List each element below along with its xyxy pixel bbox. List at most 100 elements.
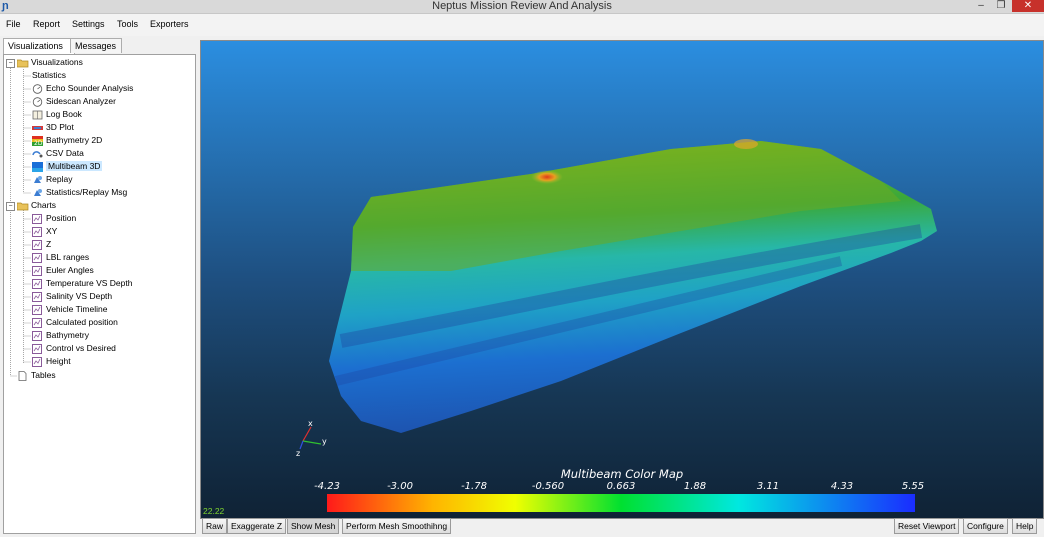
mesh-smoothing-button[interactable]: Perform Mesh Smoothihng — [342, 518, 452, 534]
tree-label: CSV Data — [46, 148, 84, 158]
chart-icon — [32, 317, 43, 328]
tree-item-chart[interactable]: Calculated position — [32, 316, 118, 329]
tree-item-replay[interactable]: Replay — [32, 173, 72, 186]
tree-label: Charts — [31, 200, 57, 210]
tree-item-chart[interactable]: Height — [32, 355, 71, 368]
close-button[interactable]: ✕ — [1012, 0, 1044, 12]
tree-item-log-book[interactable]: Log Book — [32, 108, 82, 121]
collapse-charts-toggle[interactable]: − — [6, 202, 15, 211]
tab-messages[interactable]: Messages — [70, 38, 122, 53]
chart-icon — [32, 265, 43, 276]
tree-item-sidescan-analyzer[interactable]: Sidescan Analyzer — [32, 95, 116, 108]
tree-label: Height — [46, 356, 71, 366]
tree-item-chart[interactable]: Euler Angles — [32, 264, 94, 277]
replay-icon — [32, 188, 43, 198]
tree-node-visualizations[interactable]: Visualizations — [16, 56, 83, 69]
folder-open-icon — [16, 58, 29, 68]
tree-label: Sidescan Analyzer — [46, 96, 116, 106]
maximize-button[interactable]: ❐ — [992, 0, 1010, 12]
axis-y-label: y — [322, 437, 327, 446]
tree-item-chart[interactable]: LBL ranges — [32, 251, 89, 264]
document-icon — [17, 370, 28, 381]
tab-visualizations[interactable]: Visualizations — [3, 38, 75, 54]
tree-label: Echo Sounder Analysis — [46, 83, 134, 93]
tree-label: Temperature VS Depth — [46, 278, 133, 288]
csv-icon — [32, 149, 43, 159]
tree-item-chart[interactable]: Temperature VS Depth — [32, 277, 132, 290]
colormap-tick: 4.33 — [830, 481, 854, 492]
axis-z-label: z — [296, 449, 300, 458]
plot3d-icon — [32, 123, 43, 133]
configure-button[interactable]: Configure — [963, 518, 1008, 534]
colormap-tick: -4.23 — [314, 481, 340, 492]
tree-label: LBL ranges — [46, 252, 90, 262]
tree-label: Multibeam 3D — [46, 161, 103, 171]
colormap-tick: 5.55 — [901, 481, 925, 492]
tree-label: Tables — [31, 370, 56, 380]
chart-icon — [32, 239, 43, 250]
tree-item-chart[interactable]: Z — [32, 238, 51, 251]
replay-icon — [32, 175, 43, 185]
colormap-tick: -3.00 — [387, 481, 413, 492]
tree-item-bathymetry-2d[interactable]: 2D Bathymetry 2D — [32, 134, 102, 147]
tree-label: Position — [46, 213, 77, 223]
svg-text:2D: 2D — [34, 140, 43, 146]
viewport-toolbar: Raw Exaggerate Z Show Mesh Perform Mesh … — [200, 517, 1044, 535]
menu-file[interactable]: File — [6, 18, 21, 30]
tree-label: Z — [46, 239, 52, 249]
bathymetry-2d-icon: 2D — [32, 135, 43, 147]
menu-report[interactable]: Report — [33, 18, 60, 30]
tree-item-chart[interactable]: Bathymetry — [32, 329, 89, 342]
tree-node-charts[interactable]: Charts — [16, 199, 57, 212]
colormap-bar — [327, 494, 915, 512]
raw-button[interactable]: Raw — [202, 518, 228, 534]
chart-icon — [32, 304, 43, 315]
show-mesh-button[interactable]: Show Mesh — [287, 518, 340, 534]
tree-label: Statistics — [32, 70, 67, 80]
tree-label: XY — [46, 226, 58, 236]
book-icon — [32, 110, 43, 120]
menu-settings[interactable]: Settings — [72, 18, 105, 30]
chart-icon — [32, 278, 43, 289]
tree-item-multibeam-3d[interactable]: Multibeam 3D — [32, 160, 103, 173]
tree-label: Log Book — [46, 109, 82, 119]
menu-exporters[interactable]: Exporters — [150, 18, 189, 30]
colormap-tick: 0.663 — [606, 481, 636, 492]
fps-counter: 22.22 — [203, 506, 225, 516]
folder-open-icon — [16, 201, 29, 211]
help-button[interactable]: Help — [1012, 518, 1038, 534]
tree-label: Salinity VS Depth — [46, 291, 113, 301]
tree-label: Euler Angles — [46, 265, 94, 275]
tree-item-chart[interactable]: Control vs Desired — [32, 342, 116, 355]
gauge-icon — [32, 84, 43, 94]
tree-item-chart[interactable]: XY — [32, 225, 57, 238]
tree-label: Bathymetry 2D — [46, 135, 103, 145]
menu-tools[interactable]: Tools — [117, 18, 138, 30]
tree-item-echo-sounder-analysis[interactable]: Echo Sounder Analysis — [32, 82, 133, 95]
tree-label: 3D Plot — [46, 122, 74, 132]
colormap-tick: -1.78 — [461, 481, 487, 492]
tree-item-statistics-replay-msg[interactable]: Statistics/Replay Msg — [32, 186, 127, 199]
multibeam-icon — [32, 161, 43, 172]
minimize-button[interactable]: – — [972, 0, 990, 12]
chart-icon — [32, 213, 43, 224]
tree-item-chart[interactable]: Position — [32, 212, 76, 225]
tree-item-chart[interactable]: Vehicle Timeline — [32, 303, 107, 316]
tree-item-3d-plot[interactable]: 3D Plot — [32, 121, 74, 134]
chart-icon — [32, 356, 43, 367]
chart-icon — [32, 291, 43, 302]
chart-icon — [32, 252, 43, 263]
gauge-icon — [32, 97, 43, 107]
collapse-visualizations-toggle[interactable]: − — [6, 59, 15, 68]
tree-item-chart[interactable]: Salinity VS Depth — [32, 290, 112, 303]
multibeam-3d-viewport[interactable]: x y z Multibeam Color Map -4.23 -3.00 -1… — [200, 40, 1044, 519]
exaggerate-z-button[interactable]: Exaggerate Z — [227, 518, 287, 534]
colormap-tick: 1.88 — [683, 481, 707, 492]
reset-viewport-button[interactable]: Reset Viewport — [894, 518, 960, 534]
tree-label: Bathymetry — [46, 330, 89, 340]
tree-node-tables[interactable]: Tables — [17, 369, 56, 382]
tree-item-csv-data[interactable]: CSV Data — [32, 147, 84, 160]
chart-icon — [32, 330, 43, 341]
colormap-tick: -0.560 — [531, 481, 565, 492]
tree-item-statistics[interactable]: Statistics — [32, 69, 66, 82]
